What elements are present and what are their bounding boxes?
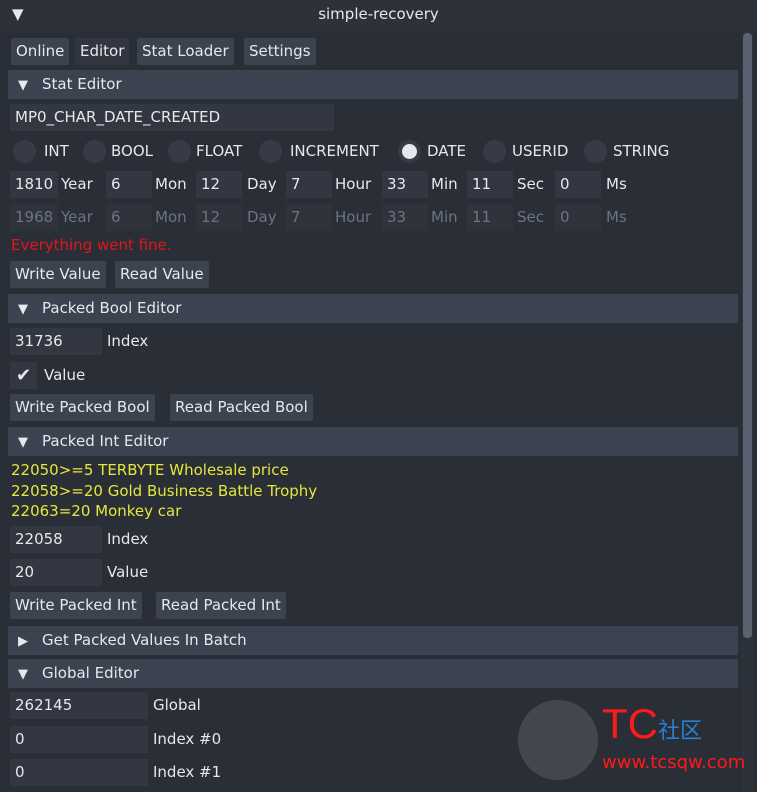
day-input[interactable]: 12 (196, 171, 242, 198)
ms-input[interactable]: 0 (555, 171, 601, 198)
global-label: Global (153, 696, 201, 714)
expanded-arrow-icon: ▼ (18, 78, 28, 93)
window-title: simple-recovery (318, 5, 439, 23)
index0-input[interactable]: 0 (10, 726, 148, 753)
write-packed-int-button[interactable]: Write Packed Int (10, 592, 142, 619)
int-value-input[interactable]: 20 (10, 559, 102, 586)
int-value-label: Value (107, 563, 149, 581)
hint-line: 22063=20 Monkey car (11, 502, 182, 520)
current-sec-label: Sec (517, 208, 544, 226)
hour-input[interactable]: 7 (286, 171, 332, 198)
global-editor-header[interactable]: ▼ Global Editor (8, 659, 738, 688)
type-label-float: FLOAT (196, 142, 243, 160)
tab-stat-loader[interactable]: Stat Loader (137, 38, 234, 65)
type-radio-userid[interactable] (483, 140, 506, 163)
type-label-userid: USERID (512, 142, 569, 160)
bool-value-checkbox[interactable]: ✔ (10, 362, 37, 389)
read-packed-int-button[interactable]: Read Packed Int (156, 592, 286, 619)
watermark-logo: TC社区 www.tcsqw.com (510, 700, 750, 790)
tab-editor[interactable]: Editor (75, 38, 130, 65)
day-label: Day (247, 175, 277, 193)
mon-label: Mon (155, 175, 187, 193)
header-label: Packed Int Editor (42, 432, 169, 450)
current-hour-input: 7 (286, 204, 332, 231)
header-label: Get Packed Values In Batch (42, 631, 247, 649)
index0-label: Index #0 (153, 730, 222, 748)
status-message: Everything went fine. (11, 236, 172, 254)
hour-label: Hour (335, 175, 372, 193)
type-radio-date[interactable] (398, 140, 421, 163)
current-mon-input: 6 (106, 204, 152, 231)
current-sec-input: 11 (467, 204, 513, 231)
int-index-input[interactable]: 22058 (10, 526, 102, 553)
scrollbar-thumb[interactable] (743, 33, 752, 638)
title-bar: ▼ simple-recovery (0, 0, 757, 31)
sec-input[interactable]: 11 (467, 171, 513, 198)
write-value-button[interactable]: Write Value (10, 261, 106, 288)
global-input[interactable]: 262145 (10, 692, 148, 719)
min-label: Min (431, 175, 458, 193)
stat-name-input[interactable]: MP0_CHAR_DATE_CREATED (10, 104, 334, 131)
type-label-int: INT (44, 142, 69, 160)
packed-bool-header[interactable]: ▼ Packed Bool Editor (8, 294, 738, 323)
hint-line: 22050>=5 TERBYTE Wholesale price (11, 461, 289, 479)
header-label: Global Editor (42, 664, 140, 682)
current-year-label: Year (61, 208, 93, 226)
type-radio-bool[interactable] (83, 140, 106, 163)
year-input[interactable]: 1810 (10, 171, 58, 198)
type-label-bool: BOOL (111, 142, 153, 160)
year-label: Year (61, 175, 93, 193)
current-hour-label: Hour (335, 208, 372, 226)
mon-input[interactable]: 6 (106, 171, 152, 198)
current-day-input: 12 (196, 204, 242, 231)
type-label-increment: INCREMENT (290, 142, 379, 160)
bool-value-label: Value (44, 366, 86, 384)
current-mon-label: Mon (155, 208, 187, 226)
sec-label: Sec (517, 175, 544, 193)
current-min-label: Min (431, 208, 458, 226)
type-radio-int[interactable] (13, 140, 36, 163)
expanded-arrow-icon: ▼ (18, 667, 28, 682)
packed-int-header[interactable]: ▼ Packed Int Editor (8, 427, 738, 456)
header-label: Packed Bool Editor (42, 299, 182, 317)
type-label-string: STRING (613, 142, 670, 160)
tab-settings[interactable]: Settings (244, 38, 316, 65)
mascot-icon (518, 700, 598, 780)
expanded-arrow-icon: ▼ (18, 302, 28, 317)
read-packed-bool-button[interactable]: Read Packed Bool (170, 394, 313, 421)
bool-index-input[interactable]: 31736 (10, 328, 102, 355)
type-radio-increment[interactable] (259, 140, 282, 163)
ms-label: Ms (606, 175, 627, 193)
bool-index-label: Index (107, 332, 149, 350)
current-ms-input: 0 (555, 204, 601, 231)
int-index-label: Index (107, 530, 149, 548)
type-radio-string[interactable] (584, 140, 607, 163)
current-min-input: 33 (382, 204, 428, 231)
tab-online[interactable]: Online (11, 38, 70, 65)
index1-label: Index #1 (153, 763, 222, 781)
current-year-input: 1968 (10, 204, 58, 231)
type-label-date: DATE (427, 142, 467, 160)
expanded-arrow-icon: ▼ (18, 435, 28, 450)
read-value-button[interactable]: Read Value (115, 261, 209, 288)
batch-header[interactable]: ▶ Get Packed Values In Batch (8, 626, 738, 655)
type-radio-float[interactable] (168, 140, 191, 163)
write-packed-bool-button[interactable]: Write Packed Bool (10, 394, 155, 421)
min-input[interactable]: 33 (382, 171, 428, 198)
hint-line: 22058>=20 Gold Business Battle Trophy (11, 482, 318, 500)
current-day-label: Day (247, 208, 277, 226)
stat-editor-header[interactable]: ▼ Stat Editor (8, 70, 738, 99)
header-label: Stat Editor (42, 75, 122, 93)
index1-input[interactable]: 0 (10, 759, 148, 786)
current-ms-label: Ms (606, 208, 627, 226)
collapsed-arrow-icon: ▶ (18, 634, 28, 649)
checkmark-icon: ✔ (15, 365, 32, 386)
